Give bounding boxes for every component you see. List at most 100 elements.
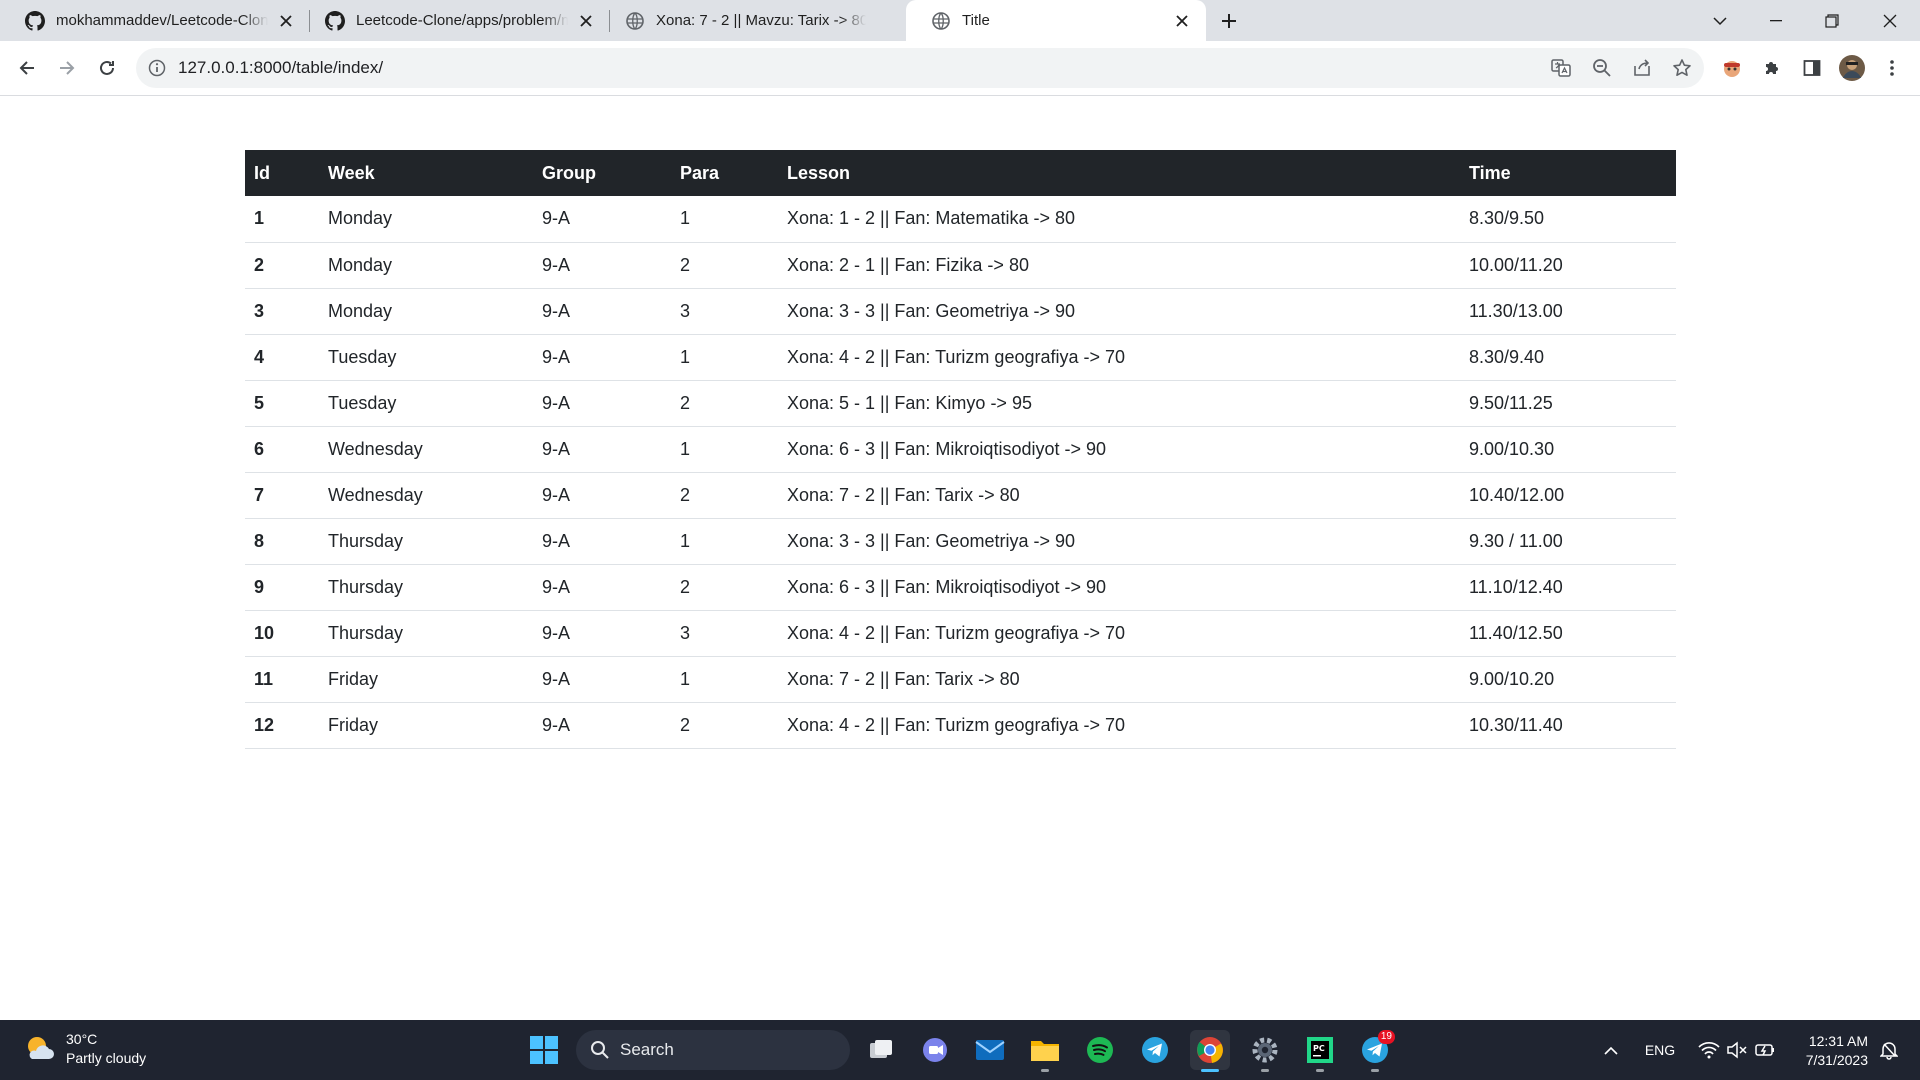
- cell-id: 11: [245, 656, 319, 703]
- avatar: [1839, 55, 1865, 81]
- tab-search-button[interactable]: [1692, 0, 1748, 41]
- cell-time: 11.40/12.50: [1460, 610, 1676, 657]
- cell-para: 1: [671, 518, 778, 565]
- cell-time: 10.00/11.20: [1460, 242, 1676, 289]
- clock-time: 12:31 AM: [1808, 1033, 1868, 1049]
- chrome-button[interactable]: [1190, 1030, 1230, 1072]
- file-explorer-button[interactable]: [1025, 1030, 1065, 1072]
- telegram-desktop-button[interactable]: 19: [1355, 1030, 1395, 1072]
- running-indicator: [1261, 1069, 1269, 1072]
- cell-group: 9-A: [533, 564, 671, 611]
- column-header-para: Para: [671, 150, 778, 196]
- cell-week: Wednesday: [319, 472, 533, 519]
- cell-group: 9-A: [533, 518, 671, 565]
- table-body: 1 Monday 9-A 1 Xona: 1 - 2 || Fan: Matem…: [245, 196, 1676, 749]
- input-language-button[interactable]: ENG: [1640, 1020, 1680, 1080]
- cell-week: Friday: [319, 702, 533, 749]
- running-indicator: [1371, 1069, 1379, 1072]
- bookmark-star-icon[interactable]: [1671, 57, 1693, 79]
- volume-muted-icon: [1727, 1041, 1747, 1059]
- cell-week: Monday: [319, 288, 533, 335]
- github-icon: [325, 10, 345, 31]
- tab-title-active[interactable]: Title: [906, 0, 1206, 41]
- telegram-button[interactable]: [1135, 1030, 1175, 1070]
- taskbar-search[interactable]: Search: [576, 1030, 850, 1070]
- minimize-button[interactable]: [1748, 0, 1804, 41]
- restore-button[interactable]: [1804, 0, 1860, 41]
- notifications-button[interactable]: [1874, 1020, 1904, 1080]
- table-row: 5 Tuesday 9-A 2 Xona: 5 - 1 || Fan: Kimy…: [245, 380, 1676, 427]
- settings-button[interactable]: [1245, 1030, 1285, 1072]
- quick-settings-button[interactable]: [1692, 1020, 1782, 1080]
- partly-cloudy-icon: [28, 1037, 54, 1059]
- spotify-button[interactable]: [1080, 1030, 1120, 1070]
- cell-group: 9-A: [533, 656, 671, 703]
- gear-icon: [1252, 1037, 1278, 1063]
- tab-github-problem[interactable]: Leetcode-Clone/apps/problem/m: [300, 0, 610, 41]
- table-row: 11 Friday 9-A 1 Xona: 7 - 2 || Fan: Tari…: [245, 656, 1676, 703]
- active-indicator: [1201, 1069, 1219, 1072]
- cell-lesson: Xona: 2 - 1 || Fan: Fizika -> 80: [778, 242, 1460, 289]
- tab-close-icon[interactable]: [574, 9, 598, 33]
- extension-avatar-button[interactable]: [1716, 52, 1748, 84]
- cell-id: 3: [245, 288, 319, 335]
- cell-para: 2: [671, 472, 778, 519]
- side-panel-icon: [1803, 60, 1821, 76]
- table-row: 8 Thursday 9-A 1 Xona: 3 - 3 || Fan: Geo…: [245, 518, 1676, 565]
- extensions-button[interactable]: [1756, 52, 1788, 84]
- tab-close-icon[interactable]: [274, 9, 298, 33]
- cell-lesson: Xona: 1 - 2 || Fan: Matematika -> 80: [778, 196, 1460, 243]
- back-button[interactable]: [11, 52, 43, 84]
- side-panel-button[interactable]: [1796, 52, 1828, 84]
- cell-para: 2: [671, 242, 778, 289]
- chrome-menu-button[interactable]: [1876, 52, 1908, 84]
- cell-week: Tuesday: [319, 380, 533, 427]
- pycharm-button[interactable]: PC: [1300, 1030, 1340, 1072]
- teams-chat-button[interactable]: [915, 1030, 955, 1070]
- new-tab-button[interactable]: [1213, 5, 1245, 37]
- start-button[interactable]: [524, 1030, 564, 1070]
- system-clock[interactable]: 12:31 AM 7/31/2023: [1788, 1032, 1868, 1070]
- tab-xona-tarix[interactable]: Xona: 7 - 2 || Mavzu: Tarix -> 80 |: [600, 0, 908, 41]
- cell-lesson: Xona: 4 - 2 || Fan: Turizm geografiya ->…: [778, 610, 1460, 657]
- cell-time: 8.30/9.50: [1460, 196, 1676, 243]
- task-view-icon: [870, 1040, 892, 1058]
- share-icon[interactable]: [1631, 57, 1653, 79]
- tab-github-leetcode-clone[interactable]: mokhammaddev/Leetcode-Clone: [0, 0, 310, 41]
- chevron-down-icon: [1713, 16, 1727, 25]
- reload-button[interactable]: [91, 52, 123, 84]
- plus-icon: [1222, 14, 1236, 28]
- profile-button[interactable]: [1836, 52, 1868, 84]
- cell-group: 9-A: [533, 242, 671, 289]
- cell-time: 9.00/10.30: [1460, 426, 1676, 473]
- show-hidden-icons-button[interactable]: [1596, 1020, 1626, 1080]
- translate-icon[interactable]: [1550, 57, 1572, 79]
- close-window-button[interactable]: [1862, 0, 1918, 41]
- windows-logo-icon: [530, 1036, 558, 1064]
- cell-time: 11.30/13.00: [1460, 288, 1676, 335]
- tab-close-icon[interactable]: [1170, 9, 1194, 33]
- info-icon[interactable]: [148, 59, 166, 77]
- mail-button[interactable]: [970, 1030, 1010, 1070]
- cell-lesson: Xona: 6 - 3 || Fan: Mikroiqtisodiyot -> …: [778, 564, 1460, 611]
- cell-id: 6: [245, 426, 319, 473]
- address-bar[interactable]: 127.0.0.1:8000/table/index/: [136, 48, 1704, 88]
- weather-widget[interactable]: 30°C Partly cloudy: [24, 1030, 146, 1068]
- cell-group: 9-A: [533, 334, 671, 381]
- cell-lesson: Xona: 4 - 2 || Fan: Turizm geografiya ->…: [778, 334, 1460, 381]
- cell-id: 7: [245, 472, 319, 519]
- arrow-right-icon: [60, 61, 75, 75]
- mail-icon: [975, 1040, 1005, 1060]
- cell-group: 9-A: [533, 380, 671, 427]
- column-header-id: Id: [245, 150, 319, 196]
- forward-button[interactable]: [51, 52, 83, 84]
- zoom-out-icon[interactable]: [1591, 57, 1613, 79]
- weather-condition: Partly cloudy: [66, 1050, 147, 1066]
- puzzle-icon: [1766, 62, 1778, 74]
- cell-week: Friday: [319, 656, 533, 703]
- column-header-group: Group: [533, 150, 671, 196]
- table-row: 10 Thursday 9-A 3 Xona: 4 - 2 || Fan: Tu…: [245, 610, 1676, 657]
- cell-para: 1: [671, 196, 778, 243]
- weather-temperature: 30°C: [66, 1031, 98, 1047]
- task-view-button[interactable]: [861, 1030, 901, 1070]
